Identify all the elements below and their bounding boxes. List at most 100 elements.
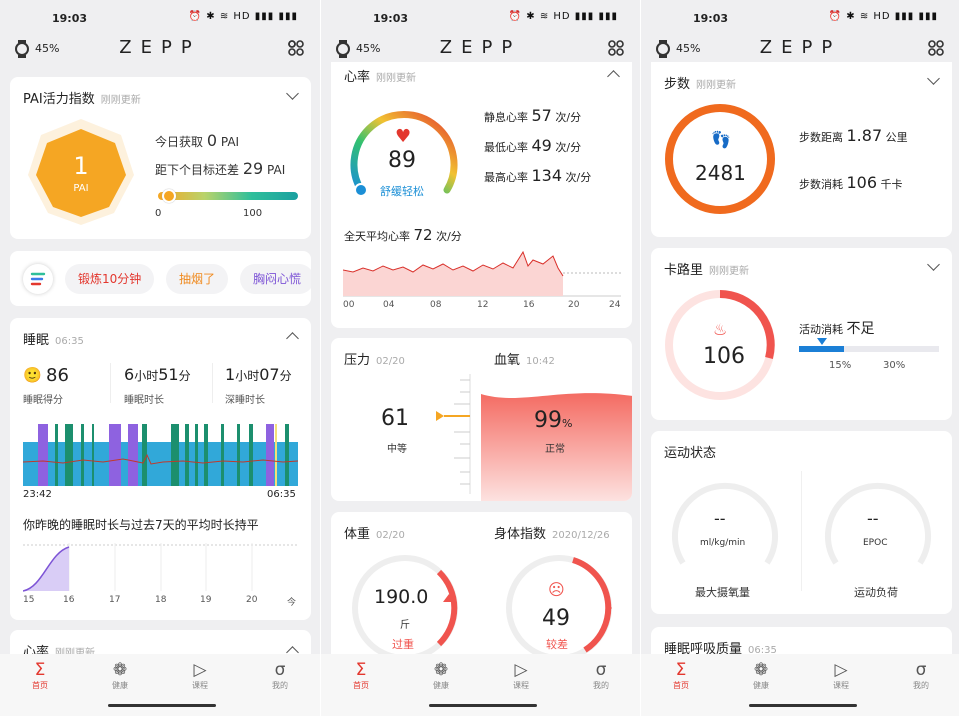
sport-title: 运动状态 — [664, 446, 717, 461]
chip-chest[interactable]: 胸闷心慌 — [240, 264, 311, 294]
collapse-chevron-icon[interactable] — [927, 258, 940, 271]
steps-title: 步数 — [664, 77, 691, 92]
tab-home[interactable]: Σ 首页 — [341, 660, 381, 691]
sleep-stage-chart — [23, 424, 298, 486]
spo2-unit: % — [562, 417, 573, 430]
calories-title: 卡路里 — [664, 263, 704, 278]
weight-unit: 斤 — [400, 620, 410, 631]
sleep-deep-hours: 1 — [225, 365, 236, 384]
apps-icon[interactable] — [288, 40, 304, 56]
steps-value: 2481 — [695, 161, 746, 185]
activity-mark-2: 30% — [883, 360, 906, 371]
home-sigma-icon: Σ — [34, 660, 46, 680]
sport-status-card[interactable]: 运动状态 -- ml/kg/min 最大摄氧量 -- EPOC 运动负荷 — [651, 431, 952, 614]
activity-marker-icon — [817, 338, 827, 345]
tab-health[interactable]: ❁ 健康 — [741, 660, 781, 691]
weight-title: 体重 — [344, 527, 371, 542]
menu-button[interactable] — [23, 264, 53, 294]
sleep-trend-axis: 15 16 17 18 19 20 今 — [23, 595, 297, 608]
status-bar: 19:03 ⏰ ✱ ≋ HD ▮▮▮ ▮▮▮ — [0, 0, 320, 36]
status-bar: 19:03 ⏰ ✱ ≋ HD ▮▮▮ ▮▮▮ — [321, 0, 640, 36]
courses-play-icon: ▷ — [193, 660, 207, 680]
status-time: 19:03 — [373, 12, 409, 25]
weight-value: 190.0 — [374, 586, 429, 608]
collapse-chevron-icon[interactable] — [286, 87, 299, 100]
apps-icon[interactable] — [608, 40, 624, 56]
status-icons: ⏰ ✱ ≋ HD ▮▮▮ ▮▮▮ — [828, 11, 938, 22]
pai-bar-max: 100 — [243, 208, 263, 219]
tab-profile[interactable]: σ 我的 — [581, 660, 621, 691]
pai-today-value: 0 — [206, 131, 218, 150]
max-label: 最高心率 — [484, 171, 528, 184]
home-indicator[interactable] — [108, 704, 216, 707]
tab-home[interactable]: Σ 首页 — [20, 660, 60, 691]
collapse-chevron-icon[interactable] — [927, 72, 940, 85]
home-screen-2: 19:03 ⏰ ✱ ≋ HD ▮▮▮ ▮▮▮ 45% ZEPP 心率 刚刚更新 ♥… — [320, 0, 640, 716]
sleep-duration-label: 睡眠时长 — [124, 395, 164, 406]
body-value: 49 — [542, 606, 570, 631]
tab-profile[interactable]: σ 我的 — [260, 660, 300, 691]
sleep-deep-minutes: 07 — [259, 365, 280, 384]
tab-courses[interactable]: ▷ 课程 — [180, 660, 220, 691]
weight-body-card[interactable]: 体重 02/20 身体指数 2020/12/26 190.0 斤 过重 ☹ 49 较… — [331, 512, 632, 672]
sad-face-icon: ☹ — [548, 580, 565, 599]
stress-value: 61 — [381, 406, 409, 431]
stress-ruler — [436, 374, 471, 494]
spo2-time: 10:42 — [526, 356, 555, 367]
stress-title: 压力 — [344, 353, 371, 368]
heart-value: 89 — [388, 148, 416, 173]
min-value: 49 — [531, 136, 552, 155]
zepp-logo: ZEPP — [439, 37, 522, 58]
stress-date: 02/20 — [376, 356, 405, 367]
status-icons: ⏰ ✱ ≋ HD ▮▮▮ ▮▮▮ — [508, 11, 618, 22]
health-icon: ❁ — [112, 660, 128, 680]
sleep-trend-chart — [23, 543, 298, 592]
tab-profile[interactable]: σ 我的 — [901, 660, 941, 691]
tab-courses[interactable]: ▷ 课程 — [501, 660, 541, 691]
stress-spo2-card[interactable]: 压力 02/20 血氧 10:42 61 中等 99% 正常 — [331, 338, 632, 501]
activity-status: 不足 — [846, 321, 875, 337]
sleep-card[interactable]: 睡眠 06:35 🙂 86 睡眠得分 6小时51分 睡眠时长 1小时07分 深睡时… — [10, 318, 311, 620]
heart-rate-card[interactable]: 心率 刚刚更新 ♥ 89 舒缓轻松 静息心率 57 次/分 最低心率 49 次/分… — [331, 62, 632, 328]
home-sigma-icon: Σ — [675, 660, 687, 680]
tab-health[interactable]: ❁ 健康 — [100, 660, 140, 691]
heart-icon: ♥ — [395, 126, 412, 147]
pai-card[interactable]: PAI活力指数 刚刚更新 1 PAI 今日获取 0 PAI 距下个目标还差 29 … — [10, 77, 311, 239]
stress-level: 中等 — [387, 444, 407, 455]
calories-updated: 刚刚更新 — [709, 266, 750, 277]
tab-courses[interactable]: ▷ 课程 — [821, 660, 861, 691]
home-screen-1: 19:03 ⏰ ✱ ≋ HD ▮▮▮ ▮▮▮ 45% ZEPP PAI活力指数刚… — [0, 0, 320, 716]
body-title: 身体指数 — [494, 527, 547, 542]
sleep-time: 06:35 — [55, 336, 84, 347]
pai-target-value: 29 — [242, 159, 264, 178]
activity-bar — [799, 346, 939, 352]
steps-cal-value: 106 — [846, 173, 878, 192]
pai-updated: 刚刚更新 — [100, 95, 141, 106]
pai-value: 1 — [73, 152, 89, 180]
sleep-score-label: 睡眠得分 — [23, 395, 63, 406]
tab-home[interactable]: Σ 首页 — [661, 660, 701, 691]
profile-icon: σ — [274, 660, 286, 680]
pai-today-unit: PAI — [220, 135, 240, 149]
sleep-end-time: 06:35 — [267, 489, 296, 500]
vo2-label: 最大摄氧量 — [695, 586, 750, 599]
weight-date: 02/20 — [376, 530, 405, 541]
tab-bar: Σ 首页 ❁ 健康 ▷ 课程 σ 我的 — [641, 654, 959, 716]
collapse-chevron-icon[interactable] — [607, 70, 620, 83]
tab-health[interactable]: ❁ 健康 — [421, 660, 461, 691]
top-bar: 45% ZEPP — [321, 36, 640, 62]
sleep-title: 睡眠 — [23, 333, 50, 348]
steps-card[interactable]: 步数 刚刚更新 👣 2481 步数距离 1.87 公里 步数消耗 106 千卡 — [651, 62, 952, 237]
body-status: 较差 — [546, 638, 568, 651]
collapse-chevron-icon[interactable] — [286, 332, 299, 345]
apps-icon[interactable] — [928, 40, 944, 56]
chip-smoke[interactable]: 抽烟了 — [166, 264, 229, 294]
sleep-score-emoji-icon: 🙂 — [23, 366, 42, 384]
chip-exercise[interactable]: 锻炼10分钟 — [65, 264, 155, 294]
pai-progress-knob — [161, 189, 176, 203]
home-indicator[interactable] — [429, 704, 537, 707]
home-indicator[interactable] — [749, 704, 857, 707]
calories-card[interactable]: 卡路里 刚刚更新 ♨ 106 活动消耗 不足 15% 30% — [651, 248, 952, 420]
sleep-duration-hours: 6 — [124, 365, 135, 384]
activity-mark-1: 15% — [829, 360, 852, 371]
